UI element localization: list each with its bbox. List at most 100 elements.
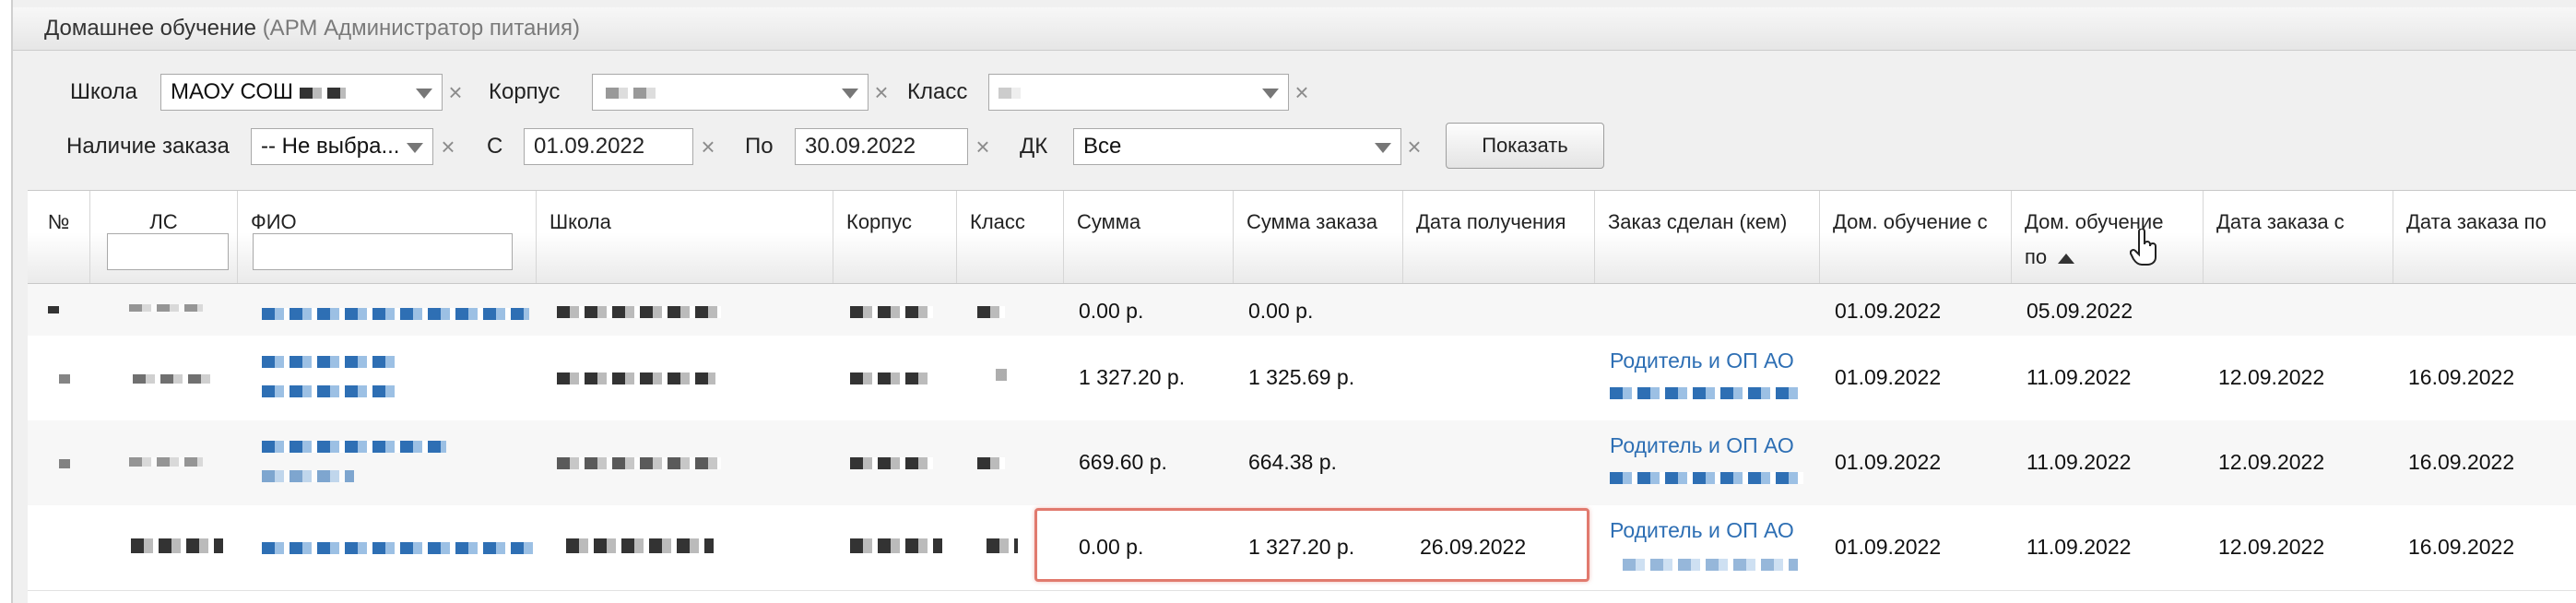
table-row[interactable]: 0.00 р. 0.00 р. 01.09.2022 05.09.2022 [28, 284, 2576, 337]
cell-sum: 1 327.20 р. [1079, 365, 1186, 389]
chevron-down-icon [407, 143, 423, 153]
cell-home-from: 01.09.2022 [1835, 535, 1942, 559]
redacted-school [566, 538, 714, 553]
col-order-from[interactable]: Дата заказа с [2204, 191, 2393, 283]
redacted-building [850, 457, 933, 469]
order-presence-clear-icon[interactable]: × [437, 128, 459, 165]
redacted-fio-line1 [262, 356, 396, 368]
table-row[interactable]: 1 327.20 р. 1 325.69 р. Родитель и ОП АО… [28, 336, 2576, 421]
col-sum[interactable]: Сумма [1064, 191, 1234, 283]
order-presence-label: Наличие заказа [66, 134, 230, 159]
cell-made-by[interactable]: Родитель и ОП АО [1610, 349, 1794, 373]
cell-sum: 0.00 р. [1079, 299, 1144, 323]
col-home-to[interactable]: Дом. обучение по [2012, 191, 2204, 283]
col-building[interactable]: Корпус [833, 191, 957, 283]
class-clear-icon[interactable]: × [1291, 74, 1313, 111]
table-row[interactable]: 669.60 р. 664.38 р. Родитель и ОП АО 01.… [28, 420, 2576, 506]
cell-home-from: 01.09.2022 [1835, 450, 1942, 474]
chevron-down-icon [1375, 143, 1391, 153]
window-title: Домашнее обучение [44, 16, 257, 41]
date-to-input[interactable]: 30.09.2022 [795, 128, 968, 165]
school-label: Школа [70, 79, 137, 104]
cell-order-to: 16.09.2022 [2408, 450, 2515, 474]
dk-clear-icon[interactable]: × [1403, 128, 1425, 165]
date-to-clear-icon[interactable]: × [972, 128, 994, 165]
col-ls-title: ЛС [149, 210, 178, 233]
col-home-to-line1: Дом. обучение [2025, 210, 2164, 233]
cell-home-to: 11.09.2022 [2027, 365, 2132, 389]
redacted-building [850, 538, 942, 553]
redacted-school [557, 372, 715, 384]
redacted-fio [262, 308, 529, 320]
ls-filter-input[interactable] [107, 233, 229, 270]
cell-order-sum: 1 325.69 р. [1248, 365, 1355, 389]
date-from-label: С [487, 134, 503, 159]
show-button[interactable]: Показать [1446, 123, 1604, 169]
chevron-down-icon [842, 89, 858, 99]
redacted-num [59, 374, 70, 384]
order-presence-select[interactable]: -- Не выбра... [251, 128, 433, 165]
cell-order-from: 12.09.2022 [2218, 535, 2325, 559]
col-order-to[interactable]: Дата заказа по [2393, 191, 2576, 283]
building-clear-icon[interactable]: × [870, 74, 892, 111]
chevron-down-icon [416, 89, 432, 99]
redacted-ls [131, 538, 223, 553]
redacted-school [557, 306, 721, 318]
redacted-fio-line1 [262, 441, 446, 453]
school-select[interactable]: МАОУ СОШ [160, 74, 443, 111]
redacted-class [998, 88, 1026, 99]
redacted-building [850, 372, 933, 384]
sort-ascending-icon [2058, 253, 2075, 264]
class-label: Класс [907, 79, 968, 104]
cell-order-from: 12.09.2022 [2218, 365, 2325, 389]
class-select[interactable] [988, 74, 1289, 111]
redacted-class [996, 369, 1007, 381]
col-home-from[interactable]: Дом. обучение с [1820, 191, 2012, 283]
chevron-down-icon [1262, 89, 1279, 99]
redacted-ls [129, 457, 203, 467]
cell-home-from: 01.09.2022 [1835, 299, 1942, 323]
col-order-sum[interactable]: Сумма заказа [1234, 191, 1403, 283]
cell-order-to: 16.09.2022 [2408, 365, 2515, 389]
date-from-clear-icon[interactable]: × [697, 128, 719, 165]
date-to-label: По [745, 134, 774, 159]
redacted-fio-line2 [262, 470, 354, 482]
redacted-ls [133, 374, 216, 384]
table-header: № ЛС ФИО Школа Корпус Класс Сумма Сумма … [28, 190, 2576, 284]
school-clear-icon[interactable]: × [444, 74, 467, 111]
col-school[interactable]: Школа [537, 191, 833, 283]
cell-home-to: 11.09.2022 [2027, 450, 2132, 474]
order-presence-value: -- Не выбра... [261, 134, 400, 159]
cell-made-by[interactable]: Родитель и ОП АО [1610, 518, 1794, 543]
col-made-by[interactable]: Заказ сделан (кем) [1595, 191, 1820, 283]
cell-home-to: 11.09.2022 [2027, 535, 2132, 559]
redacted-school-number [300, 88, 346, 99]
cell-order-sum: 0.00 р. [1248, 299, 1314, 323]
cell-home-to: 05.09.2022 [2027, 299, 2133, 323]
fio-filter-input[interactable] [253, 233, 513, 270]
date-from-input[interactable]: 01.09.2022 [524, 128, 693, 165]
building-select[interactable] [592, 74, 869, 111]
col-home-to-line2: по [2025, 245, 2048, 268]
col-received-date[interactable]: Дата получения [1403, 191, 1595, 283]
redacted-made-by-name [1610, 387, 1803, 399]
col-class[interactable]: Класс [957, 191, 1064, 283]
school-select-value: МАОУ СОШ [171, 79, 293, 104]
cell-order-from: 12.09.2022 [2218, 450, 2325, 474]
cell-made-by[interactable]: Родитель и ОП АО [1610, 433, 1794, 458]
window-titlebar: Домашнее обучение (АРМ Администратор пит… [13, 7, 2576, 51]
highlight-box [1034, 508, 1589, 582]
cell-order-sum: 664.38 р. [1248, 450, 1337, 474]
redacted-made-by-name [1623, 559, 1798, 571]
col-num[interactable]: № [28, 191, 90, 283]
redacted-made-by-name [1610, 472, 1803, 484]
dk-label: ДК [1020, 134, 1048, 159]
dk-select[interactable]: Все [1073, 128, 1401, 165]
redacted-fio-line2 [262, 385, 398, 397]
dk-select-value: Все [1083, 134, 1122, 159]
redacted-building [850, 306, 933, 318]
redacted-class [987, 538, 1018, 553]
hand-cursor-icon [2130, 229, 2157, 266]
home-learning-window: Домашнее обучение (АРМ Администратор пит… [11, 0, 2576, 603]
redacted-fio [262, 542, 538, 554]
